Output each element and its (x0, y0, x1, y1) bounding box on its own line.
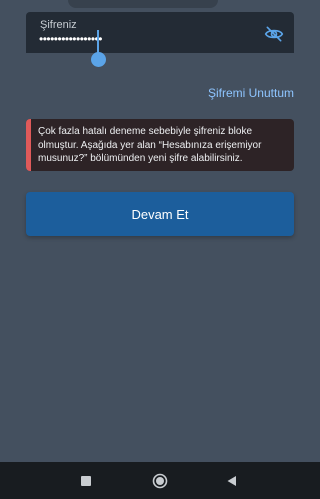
error-alert: Çok fazla hatalı deneme sebebiyle şifren… (26, 119, 294, 171)
previous-field-edge (68, 0, 218, 8)
password-input[interactable]: ••••••••••••••••• (39, 32, 102, 46)
password-label: Şifreniz (40, 19, 77, 31)
square-icon[interactable] (68, 462, 104, 499)
eye-off-icon[interactable] (264, 24, 284, 44)
triangle-back-icon[interactable] (214, 462, 250, 499)
system-nav-bar (0, 462, 320, 499)
circle-icon[interactable] (142, 462, 178, 499)
error-accent-bar (26, 119, 31, 171)
continue-button[interactable]: Devam Et (26, 192, 294, 236)
text-cursor (97, 30, 99, 53)
forgot-password-link[interactable]: Şifremi Unuttum (208, 86, 294, 100)
error-message: Çok fazla hatalı deneme sebebiyle şifren… (38, 126, 262, 164)
text-cursor-handle[interactable] (91, 52, 106, 67)
password-field[interactable]: Şifreniz ••••••••••••••••• (26, 12, 294, 53)
